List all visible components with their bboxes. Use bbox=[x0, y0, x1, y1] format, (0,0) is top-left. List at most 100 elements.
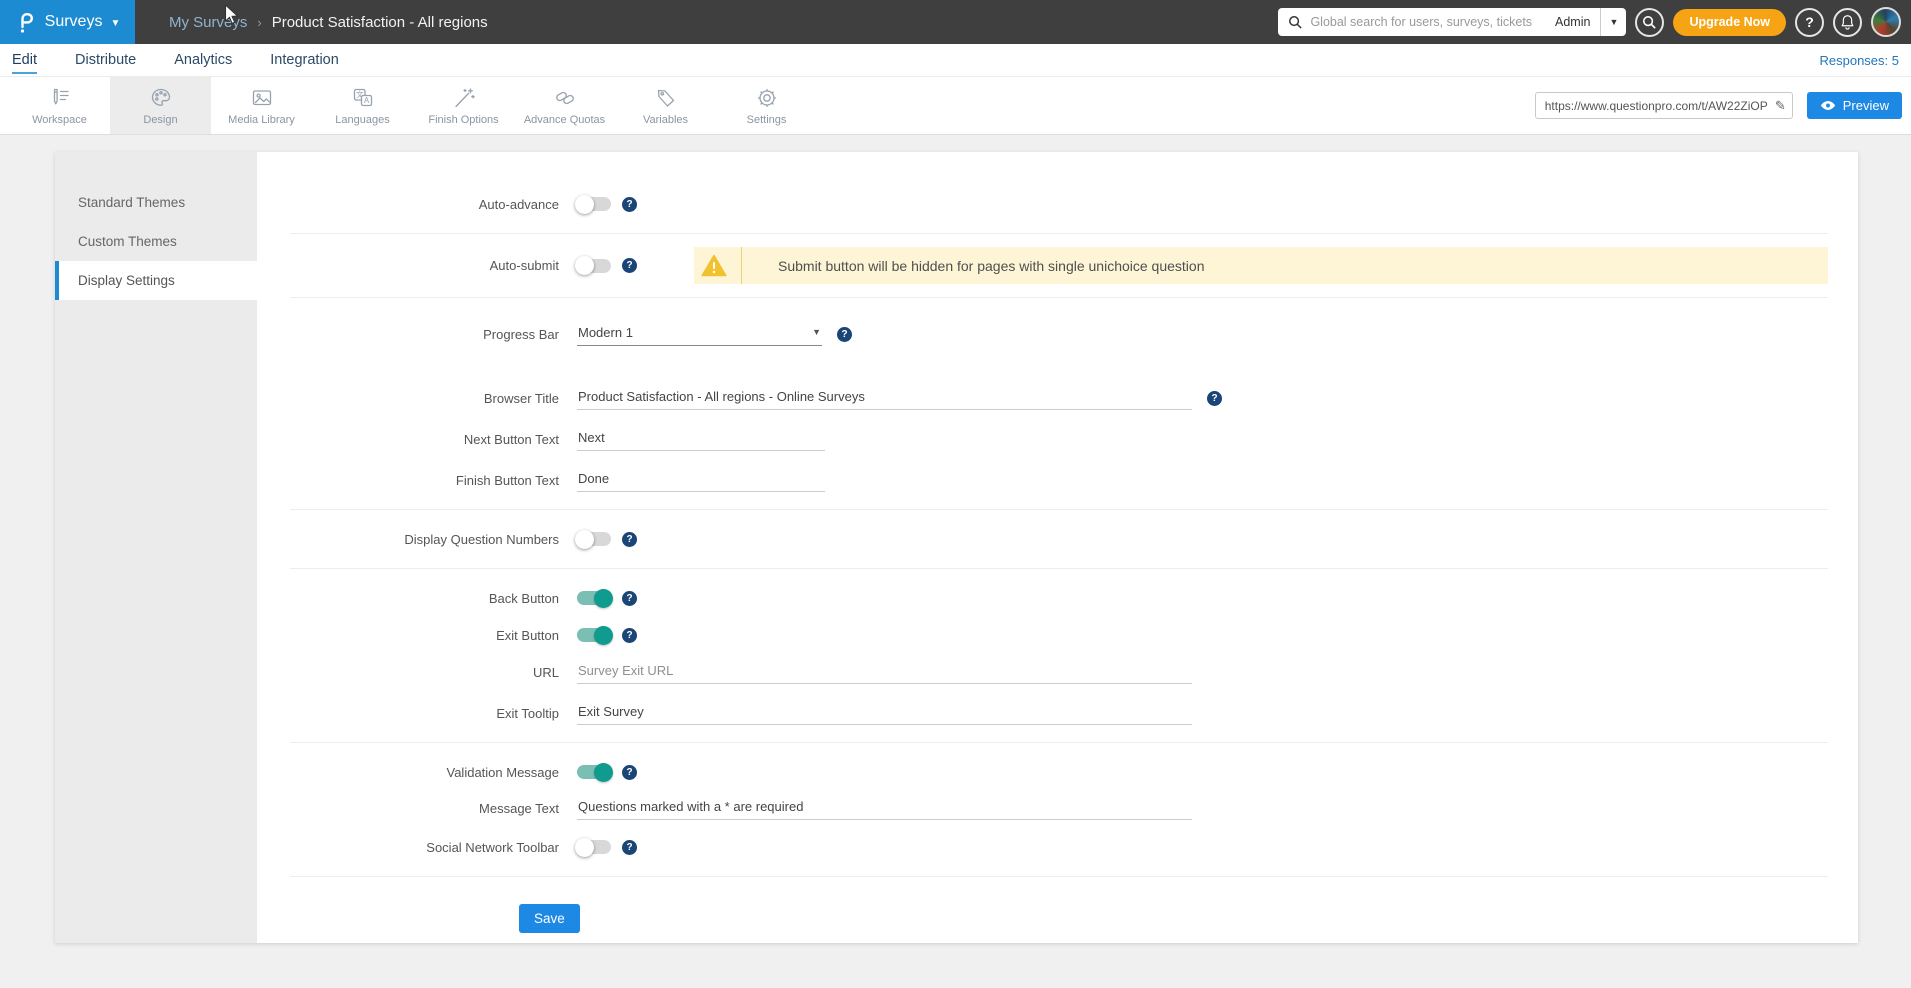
next-button-text-input[interactable] bbox=[577, 428, 825, 451]
upgrade-now-button[interactable]: Upgrade Now bbox=[1673, 9, 1786, 36]
toolbar-item-media-library[interactable]: Media Library bbox=[211, 77, 312, 134]
toolbar-item-label: Workspace bbox=[32, 114, 87, 126]
exit-url-row: URL bbox=[257, 656, 1858, 688]
auto-submit-toggle[interactable] bbox=[577, 259, 611, 273]
edit-toolbar: Workspace Design Media Library 文 A Langu… bbox=[0, 76, 1911, 135]
image-icon bbox=[250, 86, 274, 110]
toolbar-item-workspace[interactable]: Workspace bbox=[9, 77, 110, 134]
tag-icon bbox=[654, 86, 678, 110]
field-label: Exit Tooltip bbox=[257, 706, 577, 721]
preview-label: Preview bbox=[1843, 98, 1889, 113]
toolbar-item-settings[interactable]: Settings bbox=[716, 77, 817, 134]
auto-advance-toggle[interactable] bbox=[577, 197, 611, 211]
warning-text: Submit button will be hidden for pages w… bbox=[778, 258, 1205, 274]
preview-button[interactable]: Preview bbox=[1807, 92, 1902, 119]
search-input[interactable] bbox=[1310, 15, 1549, 29]
field-label: Finish Button Text bbox=[257, 473, 577, 488]
search-icon bbox=[1288, 15, 1303, 30]
notifications-button[interactable] bbox=[1833, 8, 1862, 37]
toolbar-item-design[interactable]: Design bbox=[110, 77, 211, 134]
finish-button-text-input[interactable] bbox=[577, 469, 825, 492]
display-settings-form: Auto-advance ? Auto-submit ? Submit butt… bbox=[257, 152, 1858, 943]
auto-submit-warning: Submit button will be hidden for pages w… bbox=[694, 247, 1828, 284]
message-text-input[interactable] bbox=[577, 797, 1192, 820]
help-icon[interactable]: ? bbox=[837, 327, 852, 342]
help-icon[interactable]: ? bbox=[622, 628, 637, 643]
back-button-toggle[interactable] bbox=[577, 591, 611, 605]
validation-message-row: Validation Message ? bbox=[257, 756, 1858, 788]
sidebar-item-standard-themes[interactable]: Standard Themes bbox=[55, 183, 257, 222]
warning-divider bbox=[741, 247, 742, 284]
toolbar-item-label: Settings bbox=[747, 114, 787, 126]
sidebar-item-custom-themes[interactable]: Custom Themes bbox=[55, 222, 257, 261]
user-avatar[interactable] bbox=[1871, 7, 1901, 37]
bell-icon bbox=[1840, 14, 1855, 30]
sidebar-item-display-settings[interactable]: Display Settings bbox=[55, 261, 257, 300]
search-scope-label[interactable]: Admin bbox=[1555, 15, 1590, 29]
help-icon[interactable]: ? bbox=[622, 765, 637, 780]
toolbar-item-label: Advance Quotas bbox=[524, 114, 605, 126]
toolbar-item-finish-options[interactable]: Finish Options bbox=[413, 77, 514, 134]
exit-url-input[interactable] bbox=[577, 661, 1192, 684]
social-network-toolbar-toggle[interactable] bbox=[577, 840, 611, 854]
help-icon[interactable]: ? bbox=[1207, 391, 1222, 406]
field-label: Social Network Toolbar bbox=[257, 840, 577, 855]
display-question-numbers-toggle[interactable] bbox=[577, 532, 611, 546]
search-submit-button[interactable] bbox=[1635, 8, 1664, 37]
tab-edit[interactable]: Edit bbox=[12, 46, 37, 74]
tab-distribute[interactable]: Distribute bbox=[75, 46, 136, 74]
questionpro-logo-icon bbox=[15, 10, 37, 34]
surveys-menu-button[interactable]: Surveys ▼ bbox=[0, 0, 135, 44]
edit-pencil-icon[interactable]: ✎ bbox=[1775, 98, 1786, 114]
toggle-knob bbox=[594, 763, 613, 782]
validation-message-toggle[interactable] bbox=[577, 765, 611, 779]
back-button-row: Back Button ? bbox=[257, 582, 1858, 614]
primary-nav: Edit Distribute Analytics Integration Re… bbox=[0, 44, 1911, 76]
help-icon[interactable]: ? bbox=[622, 197, 637, 212]
chevron-down-icon: ▼ bbox=[812, 327, 821, 337]
save-button[interactable]: Save bbox=[519, 904, 580, 933]
help-button[interactable]: ? bbox=[1795, 8, 1824, 37]
toolbar-item-label: Media Library bbox=[228, 114, 295, 126]
survey-url-box[interactable]: ✎ bbox=[1535, 92, 1793, 119]
exit-button-toggle[interactable] bbox=[577, 628, 611, 642]
breadcrumb-my-surveys[interactable]: My Surveys bbox=[169, 14, 247, 31]
browser-title-input[interactable] bbox=[577, 387, 1192, 410]
page-title: Product Satisfaction - All regions bbox=[272, 14, 488, 31]
survey-url-input[interactable] bbox=[1545, 99, 1775, 113]
section-divider bbox=[290, 568, 1828, 569]
exit-button-row: Exit Button ? bbox=[257, 619, 1858, 651]
help-icon[interactable]: ? bbox=[622, 840, 637, 855]
field-label: URL bbox=[257, 665, 577, 680]
gear-icon bbox=[755, 86, 779, 110]
svg-text:A: A bbox=[363, 96, 369, 105]
field-label: Progress Bar bbox=[257, 327, 577, 342]
progress-bar-value: Modern 1 bbox=[578, 325, 633, 340]
toolbar-item-languages[interactable]: 文 A Languages bbox=[312, 77, 413, 134]
search-box[interactable]: Admin bbox=[1278, 8, 1600, 36]
exit-tooltip-input[interactable] bbox=[577, 702, 1192, 725]
toggle-knob bbox=[575, 530, 594, 549]
responses-count[interactable]: Responses: 5 bbox=[1820, 53, 1900, 68]
auto-submit-row: Auto-submit ? Submit button will be hidd… bbox=[257, 247, 1858, 284]
chain-links-icon bbox=[553, 86, 577, 110]
palette-icon bbox=[149, 86, 173, 110]
next-button-text-row: Next Button Text bbox=[257, 423, 1858, 455]
field-label: Browser Title bbox=[257, 391, 577, 406]
translate-icon: 文 A bbox=[351, 86, 375, 110]
top-header: Surveys ▼ My Surveys › Product Satisfact… bbox=[0, 0, 1911, 44]
tab-analytics[interactable]: Analytics bbox=[174, 46, 232, 74]
toolbar-item-advance-quotas[interactable]: Advance Quotas bbox=[514, 77, 615, 134]
tab-integration[interactable]: Integration bbox=[270, 46, 339, 74]
help-icon[interactable]: ? bbox=[622, 532, 637, 547]
social-network-toolbar-row: Social Network Toolbar ? bbox=[257, 831, 1858, 863]
header-actions: Admin ▼ Upgrade Now ? bbox=[1278, 0, 1901, 44]
help-icon[interactable]: ? bbox=[622, 591, 637, 606]
progress-bar-select[interactable]: Modern 1 ▼ bbox=[577, 323, 822, 346]
search-scope-dropdown[interactable]: ▼ bbox=[1600, 8, 1626, 36]
toggle-knob bbox=[575, 256, 594, 275]
help-icon[interactable]: ? bbox=[622, 258, 637, 273]
section-divider bbox=[290, 876, 1828, 877]
section-divider bbox=[290, 509, 1828, 510]
toolbar-item-variables[interactable]: Variables bbox=[615, 77, 716, 134]
